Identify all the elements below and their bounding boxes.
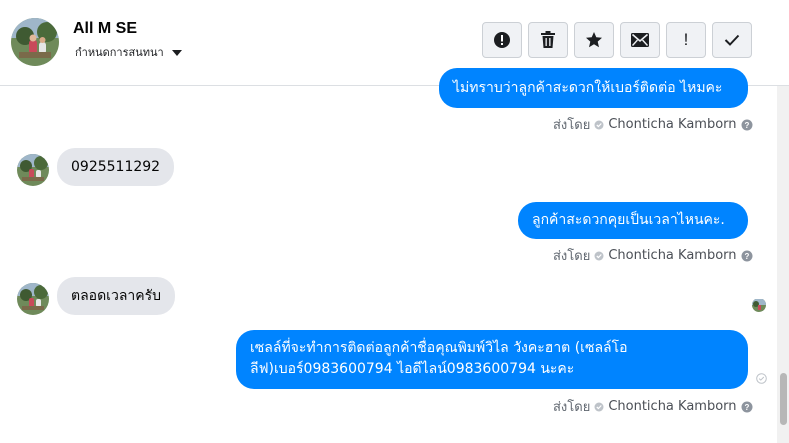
- incoming-message-bubble[interactable]: 0925511292: [57, 148, 175, 186]
- message-text: 0925511292: [71, 159, 161, 175]
- incoming-message-bubble[interactable]: ตลอดเวลาครับ: [57, 277, 176, 315]
- mark-spam-button[interactable]: [482, 22, 522, 58]
- check-icon: [724, 34, 740, 46]
- mark-done-button[interactable]: [712, 22, 752, 58]
- verified-icon: [594, 402, 604, 411]
- sender-name[interactable]: Chonticha Kamborn: [608, 117, 736, 132]
- sender-name[interactable]: Chonticha Kamborn: [608, 248, 736, 263]
- alert-circle-icon: [494, 32, 510, 48]
- contact-avatar[interactable]: [11, 18, 59, 66]
- svg-text:?: ?: [744, 121, 749, 130]
- sent-by-prefix: ส่งโดย: [553, 400, 591, 415]
- delete-button[interactable]: [528, 22, 568, 58]
- contact-avatar-small: [17, 283, 49, 315]
- conversation-assign-dropdown[interactable]: กำหนดการสนทนา: [75, 43, 182, 61]
- star-icon: [586, 32, 602, 48]
- outgoing-message-bubble[interactable]: ไม่ทราบว่าลูกค้าสะดวกให้เบอร์ติดต่อ ไหมค…: [439, 68, 748, 108]
- help-icon[interactable]: ?: [741, 401, 753, 413]
- message-text: ลูกค้าสะดวกคุยเป็นเวลาไหนคะ.: [532, 212, 725, 228]
- conversation-assign-label: กำหนดการสนทนา: [75, 46, 164, 59]
- sent-by-label: ส่งโดย Chonticha Kamborn ?: [553, 114, 753, 135]
- trash-icon: [541, 31, 555, 48]
- help-icon[interactable]: ?: [741, 119, 753, 131]
- caret-down-icon: [171, 49, 182, 56]
- exclamation-icon: !: [683, 30, 689, 49]
- svg-text:?: ?: [744, 403, 749, 412]
- contact-avatar-small: [17, 154, 49, 186]
- verified-icon: [594, 120, 604, 129]
- mail-icon: [631, 33, 649, 47]
- sent-by-label: ส่งโดย Chonticha Kamborn ?: [553, 396, 753, 417]
- outgoing-message-bubble[interactable]: ลูกค้าสะดวกคุยเป็นเวลาไหนคะ.: [518, 202, 748, 239]
- svg-text:?: ?: [744, 252, 749, 261]
- help-icon[interactable]: ?: [741, 250, 753, 262]
- seen-indicator-avatar: [752, 298, 766, 312]
- conversation-toolbar: !: [482, 22, 752, 58]
- follow-up-button[interactable]: !: [666, 22, 706, 58]
- mark-unread-button[interactable]: [620, 22, 660, 58]
- scrollbar-thumb[interactable]: [780, 373, 787, 425]
- sent-by-prefix: ส่งโดย: [553, 249, 591, 264]
- verified-icon: [594, 251, 604, 260]
- star-button[interactable]: [574, 22, 614, 58]
- outgoing-message-bubble[interactable]: เซลล์ที่จะทำการติดต่อลูกค้าชื่อคุณพิมพ์ว…: [236, 330, 748, 389]
- sent-by-label: ส่งโดย Chonticha Kamborn ?: [553, 245, 753, 266]
- delivered-check-icon: [756, 373, 767, 384]
- message-text-line: ลีฟ)เบอร์0983600794 ไอดีไลน์0983600794 น…: [250, 361, 575, 377]
- sender-name[interactable]: Chonticha Kamborn: [608, 399, 736, 414]
- message-text: ไม่ทราบว่าลูกค้าสะดวกให้เบอร์ติดต่อ ไหมค…: [453, 80, 723, 96]
- message-text-line: เซลล์ที่จะทำการติดต่อลูกค้าชื่อคุณพิมพ์ว…: [250, 340, 628, 356]
- contact-name: All M SE: [73, 20, 138, 37]
- message-text: ตลอดเวลาครับ: [71, 288, 162, 304]
- sent-by-prefix: ส่งโดย: [553, 118, 591, 133]
